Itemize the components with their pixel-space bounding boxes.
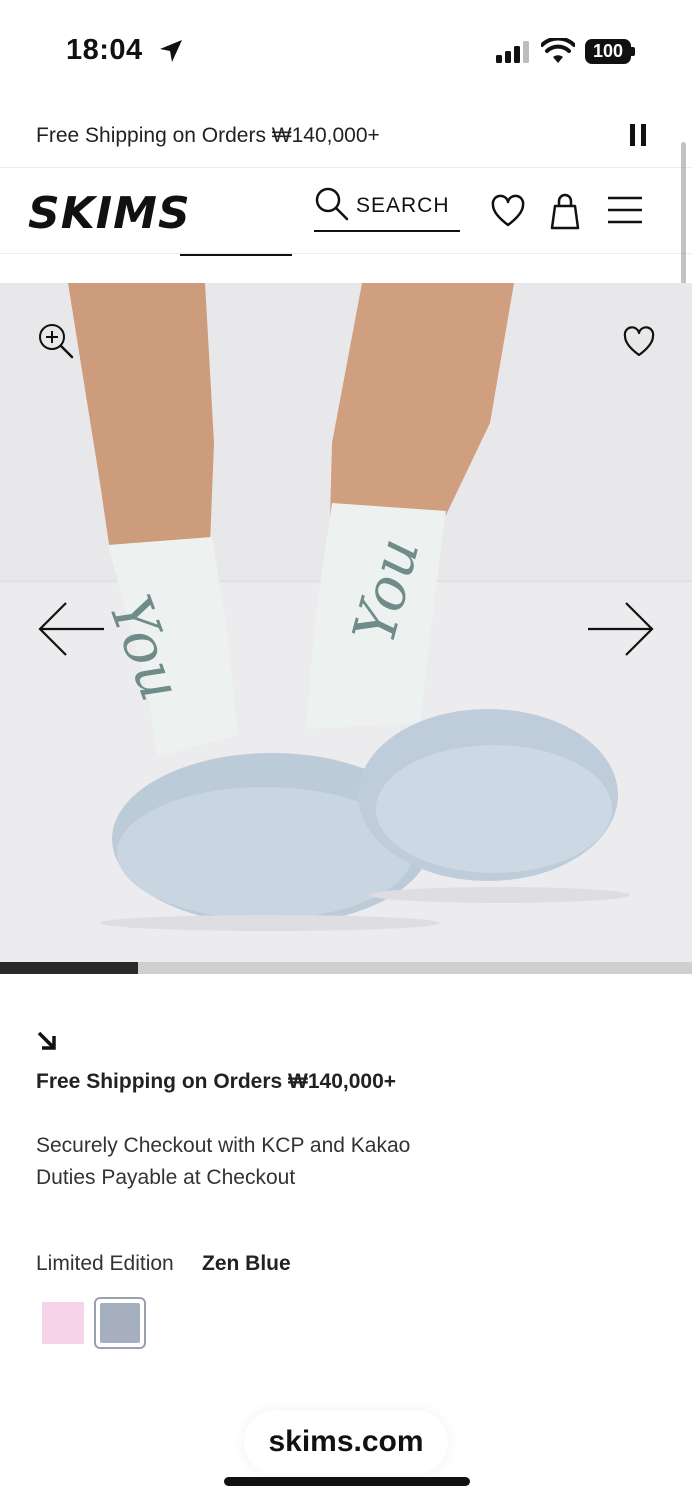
selected-color: Zen Blue	[202, 1252, 291, 1275]
next-image-arrow-icon[interactable]	[586, 600, 656, 658]
gallery-progress-fill	[0, 962, 139, 974]
checkout-info-line-1: Securely Checkout with KCP and Kakao	[36, 1134, 411, 1157]
home-indicator[interactable]	[224, 1477, 470, 1486]
color-swatch-zen-blue[interactable]	[94, 1297, 146, 1349]
skims-logo[interactable]: SKIMS	[28, 186, 200, 236]
prev-image-arrow-icon[interactable]	[36, 600, 106, 658]
bag-icon[interactable]	[548, 192, 582, 230]
announcement-bar: Free Shipping on Orders ₩140,000+	[0, 100, 692, 168]
zoom-icon[interactable]	[36, 321, 76, 361]
shipping-title: Free Shipping on Orders ₩140,000+	[36, 1070, 397, 1093]
color-swatch-fill	[100, 1303, 140, 1343]
gallery-progress	[0, 962, 692, 974]
svg-text:SKIMS: SKIMS	[28, 188, 191, 236]
menu-icon[interactable]	[606, 194, 644, 226]
battery-icon: 100	[585, 39, 635, 64]
status-time: 18:04	[66, 34, 143, 66]
wifi-icon	[541, 38, 575, 63]
diagonal-arrow-icon	[37, 1031, 56, 1050]
battery-level: 100	[585, 39, 631, 64]
search-button[interactable]: SEARCH	[314, 186, 460, 232]
signal-icon	[496, 41, 529, 63]
status-bar: 18:04 100	[0, 0, 692, 100]
announcement-text: Free Shipping on Orders ₩140,000+	[36, 124, 380, 147]
location-arrow-icon	[160, 40, 182, 62]
search-label: SEARCH	[356, 194, 450, 217]
search-icon	[315, 187, 349, 221]
nav-underline	[180, 254, 292, 256]
wishlist-heart-icon[interactable]	[622, 326, 656, 358]
checkout-info-line-2: Duties Payable at Checkout	[36, 1166, 296, 1189]
color-label: Limited Edition	[36, 1252, 174, 1275]
url-bar[interactable]: skims.com	[244, 1410, 448, 1474]
pause-icon[interactable]	[628, 124, 650, 148]
heart-icon[interactable]	[490, 194, 526, 230]
color-swatch-pink[interactable]	[42, 1302, 84, 1344]
